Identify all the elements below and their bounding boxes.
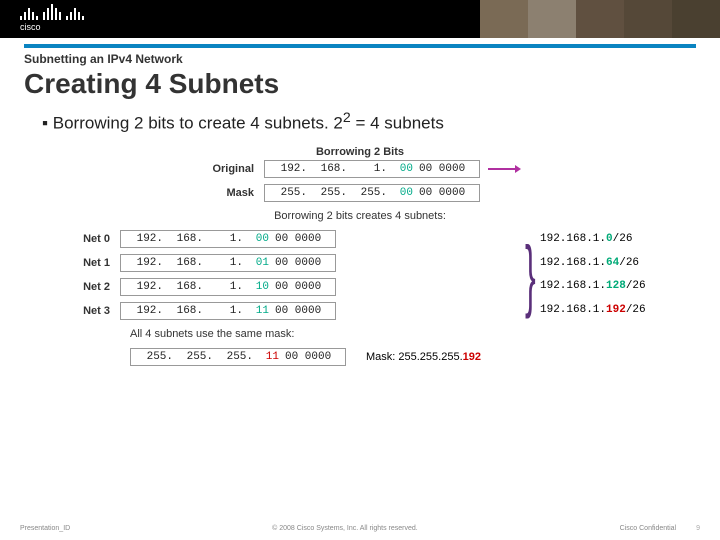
net-row: Net 2192.168.1.1000 0000 <box>60 276 520 298</box>
brace-col: } <box>520 228 540 322</box>
all-mask-box: 255. 255. 255. 11 00 0000 <box>130 348 346 366</box>
all-mask-label: All 4 subnets use the same mask: <box>130 328 660 340</box>
footer-mid: © 2008 Cisco Systems, Inc. All rights re… <box>70 525 619 532</box>
mask-label: Mask <box>204 187 264 199</box>
net-label: Net 1 <box>60 257 120 269</box>
net-row: Net 3192.168.1.1100 0000 <box>60 300 520 322</box>
arrow-icon <box>488 168 516 170</box>
cidr-col: 192.168.1.0/26 192.168.1.64/26 192.168.1.1… <box>540 228 660 322</box>
arrow-note <box>488 168 516 170</box>
brace-zone: Net 0192.168.1.0000 0000Net 1192.168.1.0… <box>60 228 660 322</box>
cisco-text: cisco <box>20 22 84 32</box>
net-label: Net 2 <box>60 281 120 293</box>
net-addr-box: 192.168.1.1000 0000 <box>120 278 336 296</box>
bullet-sup: 2 <box>343 110 351 126</box>
diagram-title: Borrowing 2 Bits <box>60 146 660 158</box>
net-label: Net 3 <box>60 305 120 317</box>
cidr-label: 192.168.1.192/26 <box>540 304 660 316</box>
footer-right: Cisco Confidential <box>620 525 676 532</box>
net-label: Net 0 <box>60 233 120 245</box>
bullet-text-pre: Borrowing 2 bits to create 4 subnets. 2 <box>53 114 343 133</box>
bullet-text-post: = 4 subnets <box>351 114 444 133</box>
header-photos <box>480 0 720 38</box>
footer: Presentation_ID © 2008 Cisco Systems, In… <box>0 525 720 532</box>
cidr-label: 192.168.1.64/26 <box>540 257 660 269</box>
pre-title: Subnetting an IPv4 Network <box>24 52 696 66</box>
net-addr-box: 192.168.1.1100 0000 <box>120 302 336 320</box>
footer-left: Presentation_ID <box>20 525 70 532</box>
diagram: Borrowing 2 Bits Original 192. 168. 1. 0… <box>60 146 660 368</box>
bullet-marker: ▪ <box>42 114 48 133</box>
content: Subnetting an IPv4 Network Creating 4 Su… <box>0 38 720 368</box>
bullet-line: ▪ Borrowing 2 bits to create 4 subnets. … <box>42 110 696 134</box>
cidr-label: 192.168.1.128/26 <box>540 280 660 292</box>
net-addr-box: 192.168.1.0000 0000 <box>120 230 336 248</box>
net-row: Net 0192.168.1.0000 0000 <box>60 228 520 250</box>
orig-addr-box: 192. 168. 1. 00 00 0000 <box>264 160 480 178</box>
nets-list: Net 0192.168.1.0000 0000Net 1192.168.1.0… <box>60 228 520 322</box>
brace-icon: } <box>525 240 536 310</box>
diagram-subtitle: Borrowing 2 bits creates 4 subnets: <box>60 210 660 222</box>
header-band: cisco <box>0 0 720 38</box>
mask-note: Mask: 255.255.255.192 <box>366 351 481 363</box>
net-row: Net 1192.168.1.0100 0000 <box>60 252 520 274</box>
cisco-logo: cisco <box>20 4 84 32</box>
orig-mask-box: 255. 255. 255. 00 00 0000 <box>264 184 480 202</box>
net-addr-box: 192.168.1.0100 0000 <box>120 254 336 272</box>
accent-line <box>24 44 696 48</box>
cidr-label: 192.168.1.0/26 <box>540 233 660 245</box>
page-number: 9 <box>696 525 700 532</box>
main-title: Creating 4 Subnets <box>24 68 696 100</box>
original-label: Original <box>204 163 264 175</box>
original-block: Original 192. 168. 1. 00 00 0000 Mask 25… <box>204 158 516 204</box>
